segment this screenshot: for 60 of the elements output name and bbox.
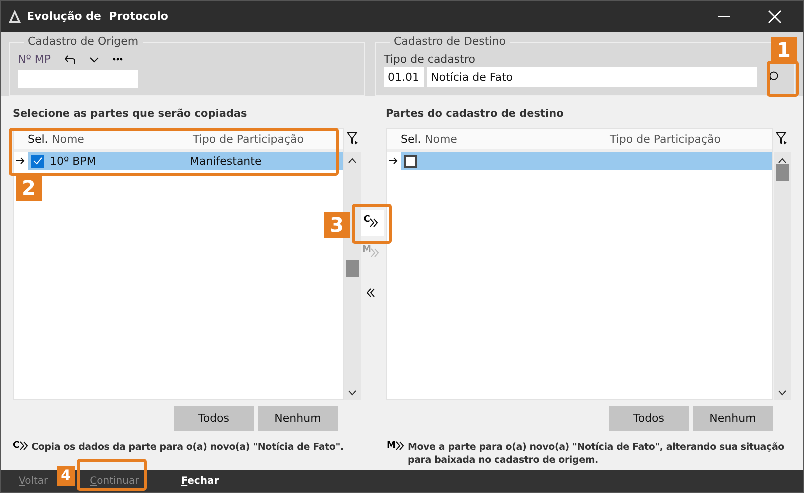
double-chevron-right-icon [371,248,380,258]
column-header[interactable]: Sel. [28,132,52,146]
row-pointer-icon [389,157,398,165]
select-button[interactable]: Nenhum [258,406,338,431]
column-header[interactable]: Sel. [401,132,425,146]
table-cell-text: Manifestante [190,154,263,168]
chevron-down-icon[interactable] [90,56,100,62]
field-label: Tipo de cadastro [384,53,476,66]
more-icon[interactable] [113,58,124,61]
scroll-down-icon[interactable] [348,390,357,396]
help-text: Move a parte para o(a) novo(a) "Notícia de Fato", alterando sua situação para baixada no cadastro de origem. [408,441,786,468]
input-field[interactable]: Notícia de Fato [427,67,757,87]
minimize-icon[interactable] [718,16,730,18]
field-label: Nº MP [18,53,52,66]
double-chevron-left-icon [367,288,375,298]
pane-title: Selecione as partes que serão copiadas [13,107,248,122]
pane-title: Partes do cadastro de destino [386,107,565,122]
double-chevron-right-icon [20,441,28,451]
search-icon [767,71,779,83]
scrollbar[interactable] [774,152,790,400]
annotation-badge: 3 [324,212,350,238]
letter-mark: C [13,441,20,451]
letter-mark: M [387,441,396,451]
column-header[interactable]: Tipo de Participação [193,132,343,146]
row-pointer-icon [16,157,25,165]
app-logo-icon [9,10,21,23]
filter-icon[interactable] [346,132,358,146]
footer-button[interactable]: Fechar [175,472,226,491]
double-chevron-right-icon [396,441,404,451]
double-chevron-right-icon [370,218,378,228]
undo-icon[interactable] [65,55,76,64]
scroll-up-icon[interactable] [348,158,357,164]
table-cell-text: 10º BPM [50,154,98,168]
scrollbar[interactable] [344,152,361,400]
group-legend: Cadastro de Destino [390,35,510,48]
filter-icon[interactable] [776,132,788,146]
scroll-down-icon[interactable] [778,390,786,396]
checkbox[interactable] [404,154,417,168]
select-button[interactable]: Nenhum [693,406,773,431]
group-legend: Cadastro de Origem [24,35,143,48]
checkbox[interactable] [31,154,44,168]
scroll-up-icon[interactable] [778,158,786,164]
annotation-outline [77,459,147,491]
column-header[interactable]: Nome [52,132,193,146]
code-field[interactable]: 01.01 [384,67,424,87]
scroll-thumb[interactable] [776,164,788,181]
annotation-badge: 1 [771,37,797,63]
input-field[interactable] [18,70,138,88]
window-title: Evolução de Protocolo [27,10,170,23]
annotation-badge: 2 [16,175,42,201]
column-header[interactable]: Tipo de Participação [610,132,760,146]
annotation-badge: 4 [57,466,75,486]
select-button[interactable]: Todos [609,406,689,431]
select-button[interactable]: Todos [174,406,254,431]
scroll-thumb[interactable] [346,260,359,277]
annotation-outline [352,204,392,244]
annotation-outline [767,61,799,97]
close-icon[interactable] [768,10,782,24]
column-header[interactable]: Nome [425,132,610,146]
help-text: Copia os dados da parte para o(a) novo(a) "Notícia de Fato". [32,441,344,455]
